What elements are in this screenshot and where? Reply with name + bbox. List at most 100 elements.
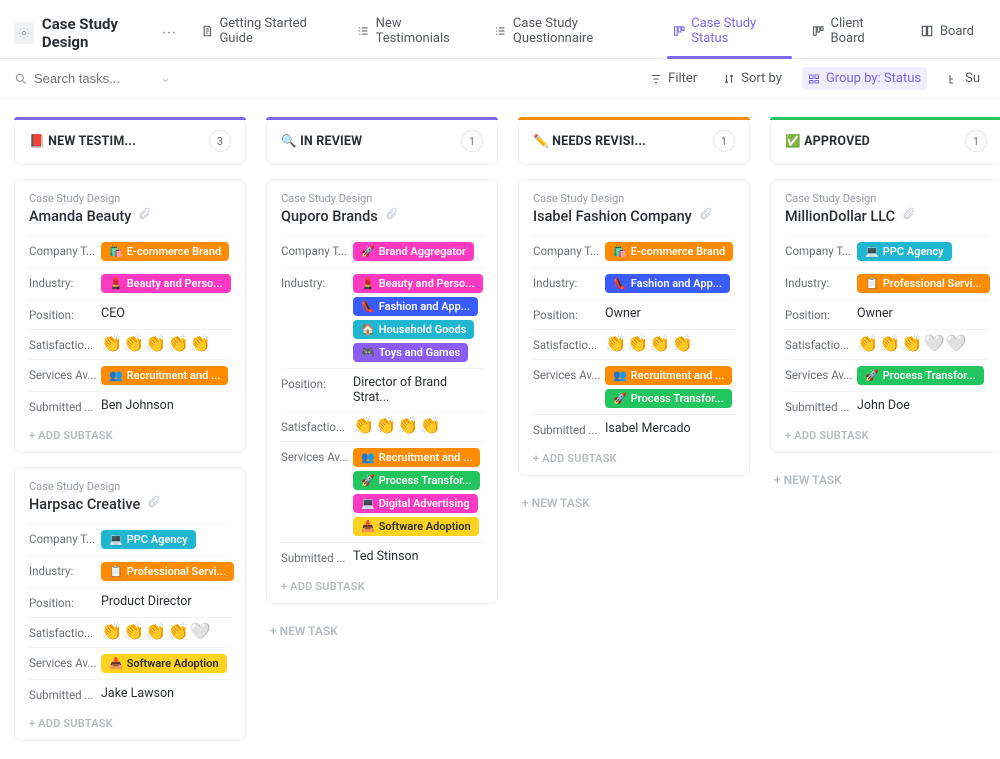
- tag-process[interactable]: 🚀Process Transfor...: [353, 471, 480, 490]
- tab-board[interactable]: Board: [908, 16, 986, 51]
- add-subtask-button[interactable]: + ADD SUBTASK: [281, 572, 483, 595]
- filter-label: Filter: [668, 71, 697, 86]
- card-project: Case Study Design: [785, 192, 987, 205]
- field-label: Satisfactio...: [281, 418, 353, 434]
- field-label: Industry:: [533, 274, 605, 290]
- column-title: ✅ APPROVED: [785, 134, 870, 149]
- field-row: Company T...🛍️E-commerce Brand: [533, 235, 735, 267]
- card-title: MillionDollar LLC: [785, 207, 987, 225]
- group-label: Group by: Status: [826, 71, 921, 86]
- field-row: Satisfactio...👏👏👏🤍🤍: [785, 329, 987, 359]
- field-label: Position:: [29, 306, 101, 322]
- attachment-icon[interactable]: [146, 495, 160, 513]
- group-button[interactable]: Group by: Status: [802, 67, 927, 90]
- space-menu-icon[interactable]: ···: [162, 26, 177, 41]
- column-header[interactable]: 📕 NEW TESTIM...3: [14, 117, 246, 165]
- attachment-icon[interactable]: [901, 207, 915, 225]
- task-card[interactable]: Case Study DesignQuporo BrandsCompany T.…: [266, 179, 498, 604]
- tag-digital[interactable]: 💻Digital Advertising: [353, 494, 478, 513]
- tab-questionnaire[interactable]: Case Study Questionnaire: [482, 8, 658, 58]
- column: 🔍 IN REVIEW1 Case Study DesignQuporo Bran…: [266, 117, 498, 644]
- satisfaction-value: 👏👏👏👏: [353, 418, 442, 435]
- tag-recruit[interactable]: 👥Recruitment and ...: [605, 366, 732, 385]
- tag-household[interactable]: 🏠Household Goods: [353, 320, 474, 339]
- field-value: Isabel Mercado: [605, 421, 735, 436]
- tag-recruit[interactable]: 👥Recruitment and ...: [353, 448, 480, 467]
- column-header[interactable]: ✅ APPROVED 1: [770, 117, 1000, 165]
- tag-process[interactable]: 🚀Process Transfor...: [857, 366, 984, 385]
- field-label: Satisfactio...: [29, 624, 101, 640]
- card-project: Case Study Design: [29, 480, 231, 493]
- search-input[interactable]: [34, 71, 154, 86]
- tag-ecommerce[interactable]: 🛍️E-commerce Brand: [101, 242, 229, 261]
- filter-button[interactable]: Filter: [644, 67, 703, 90]
- task-card[interactable]: Case Study DesignIsabel Fashion CompanyC…: [518, 179, 750, 476]
- subtask-icon: [947, 73, 959, 85]
- space-icon: [14, 22, 34, 44]
- tag-brand_agg[interactable]: 🚀Brand Aggregator: [353, 242, 474, 261]
- new-task-button[interactable]: + NEW TASK: [770, 467, 1000, 493]
- tab-case-study-status[interactable]: Case Study Status: [661, 8, 798, 58]
- new-task-button[interactable]: + NEW TASK: [518, 490, 750, 516]
- field-row: Industry:👠Fashion and App...: [533, 267, 735, 299]
- column-count: 1: [965, 130, 987, 152]
- list-icon: [494, 24, 507, 38]
- tab-label: Board: [940, 24, 974, 39]
- tag-ppc[interactable]: 💻PPC Agency: [101, 530, 196, 549]
- tag-prof[interactable]: 📋Professional Servi...: [857, 274, 990, 293]
- tag-ppc[interactable]: 💻PPC Agency: [857, 242, 952, 261]
- field-row: Company T...💻PPC Agency: [785, 235, 987, 267]
- field-label: Submitted ...: [29, 398, 101, 414]
- card-title: Amanda Beauty: [29, 207, 231, 225]
- field-label: Services Av...: [785, 366, 857, 382]
- chevron-down-icon[interactable]: ⌄: [160, 71, 171, 86]
- tag-toys[interactable]: 🎮Toys and Games: [353, 343, 468, 362]
- task-card[interactable]: Case Study Design Amanda Beauty Company T.…: [14, 179, 246, 453]
- field-row: Services Av...👥Recruitment and ...: [29, 359, 231, 391]
- card-project: Case Study Design: [29, 192, 231, 205]
- column-title: ✏️ NEEDS REVISI...: [533, 134, 646, 149]
- add-subtask-button[interactable]: + ADD SUBTASK: [785, 421, 987, 444]
- new-task-button[interactable]: + NEW TASK: [266, 618, 498, 644]
- task-card[interactable]: Case Study DesignHarpsac CreativeCompany…: [14, 467, 246, 741]
- tag-software[interactable]: 📥Software Adoption: [101, 654, 227, 673]
- subtasks-button[interactable]: Su: [941, 67, 986, 90]
- tab-label: Client Board: [831, 16, 894, 46]
- tab-new-testimonials[interactable]: New Testimonials: [345, 8, 480, 58]
- tag-recruit[interactable]: 👥Recruitment and ...: [101, 366, 228, 385]
- attachment-icon[interactable]: [384, 207, 398, 225]
- field-value: John Doe: [857, 398, 987, 413]
- field-row: Submitted ...Isabel Mercado: [533, 414, 735, 444]
- tab-getting-started[interactable]: Getting Started Guide: [189, 8, 343, 58]
- sort-button[interactable]: Sort by: [717, 67, 788, 90]
- tab-client-board[interactable]: Client Board: [800, 8, 906, 58]
- field-label: Satisfactio...: [533, 336, 605, 352]
- tag-fashion[interactable]: 👠Fashion and App...: [605, 274, 730, 293]
- column-header[interactable]: 🔍 IN REVIEW1: [266, 117, 498, 165]
- field-row: Company T...🛍️E-commerce Brand: [29, 235, 231, 267]
- field-label: Submitted ...: [281, 549, 353, 565]
- task-card[interactable]: Case Study Design MillionDollar LLC Compan…: [770, 179, 1000, 453]
- tag-prof[interactable]: 📋Professional Servi...: [101, 562, 234, 581]
- tag-process[interactable]: 🚀Process Transfor...: [605, 389, 732, 408]
- board-icon: [920, 24, 934, 38]
- satisfaction-value: 👏👏👏👏: [605, 336, 694, 353]
- tag-fashion[interactable]: 👠Fashion and App...: [353, 297, 478, 316]
- tag-ecommerce[interactable]: 🛍️E-commerce Brand: [605, 242, 733, 261]
- tag-beauty[interactable]: 💄Beauty and Perso...: [101, 274, 231, 293]
- add-subtask-button[interactable]: + ADD SUBTASK: [533, 444, 735, 467]
- add-subtask-button[interactable]: + ADD SUBTASK: [29, 709, 231, 732]
- tag-beauty[interactable]: 💄Beauty and Perso...: [353, 274, 483, 293]
- field-row: Services Av...👥Recruitment and ...🚀Proce…: [533, 359, 735, 414]
- column-header[interactable]: ✏️ NEEDS REVISI...1: [518, 117, 750, 165]
- field-value: Ted Stinson: [353, 549, 483, 564]
- tag-software[interactable]: 📥Software Adoption: [353, 517, 479, 536]
- field-value: Director of Brand Strat...: [353, 375, 483, 405]
- tab-label: New Testimonials: [376, 16, 469, 46]
- subtasks-label: Su: [965, 71, 980, 86]
- attachment-icon[interactable]: [698, 207, 712, 225]
- attachment-icon[interactable]: [137, 207, 151, 225]
- board-icon: [673, 24, 686, 38]
- add-subtask-button[interactable]: + ADD SUBTASK: [29, 421, 231, 444]
- field-label: Company T...: [29, 530, 101, 546]
